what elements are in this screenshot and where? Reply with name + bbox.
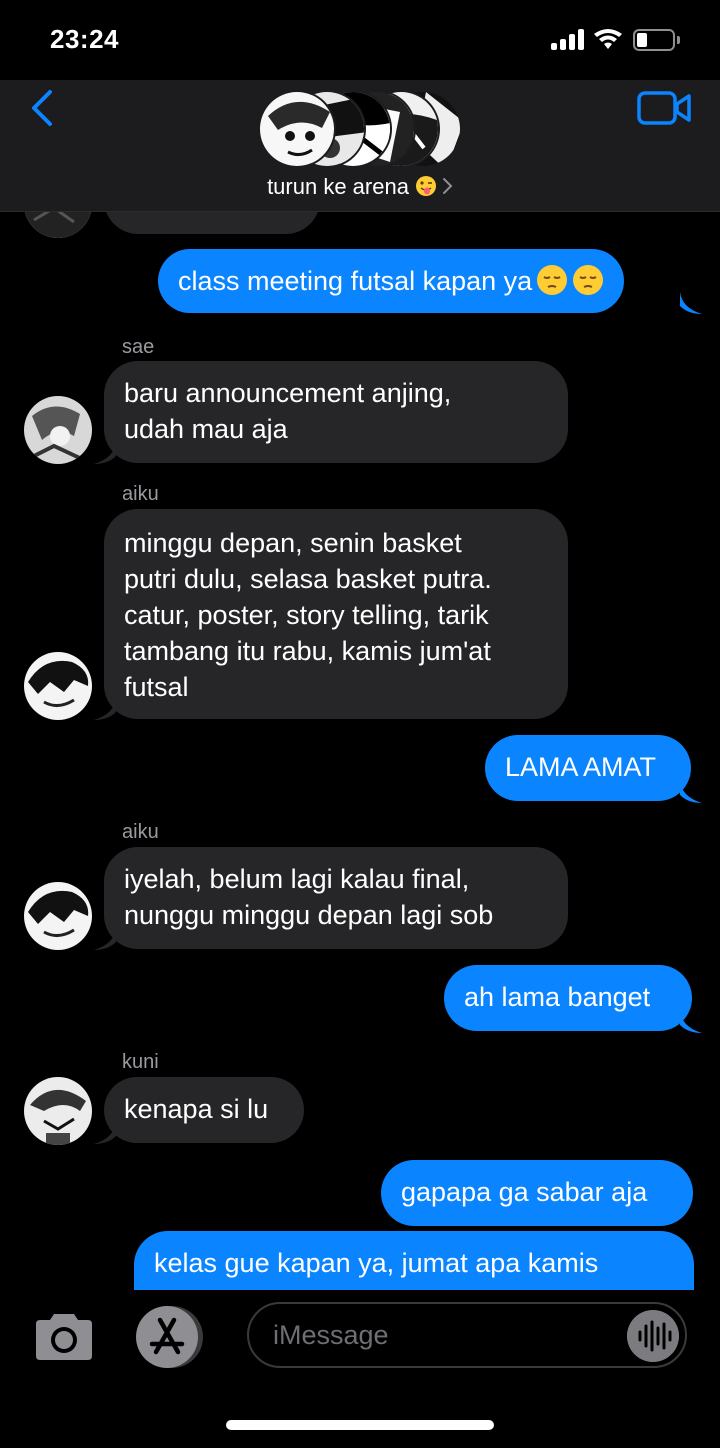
avatar-aiku[interactable]	[24, 882, 92, 950]
message-text: class meeting futsal kapan ya	[178, 266, 533, 296]
message-text: ah lama banget	[464, 982, 651, 1012]
message-bubble-outgoing[interactable]: kelas gue kapan ya, jumat apa kamis	[134, 1231, 694, 1290]
bubble-tail	[94, 1122, 116, 1144]
message-text: kelas gue kapan ya, jumat apa kamis	[154, 1248, 599, 1278]
message-text: kenapa si lu	[124, 1094, 269, 1124]
message-bubble-outgoing[interactable]: ah lama banget	[444, 965, 692, 1031]
bubble-tail	[94, 698, 116, 720]
imessage-screen: class meeting futsal kapan ya sae baru a…	[0, 0, 720, 1448]
pensive-emoji	[572, 264, 604, 296]
sender-name: sae	[122, 336, 155, 358]
back-chevron-icon[interactable]	[22, 88, 62, 128]
message-text: gapapa ga sabar aja	[401, 1177, 648, 1207]
message-bubble-incoming[interactable]: minggu depan, senin basket putri dulu, s…	[104, 509, 568, 719]
pensive-emoji	[536, 264, 568, 296]
avatar-kuni[interactable]	[24, 1077, 92, 1145]
bubble-tail	[94, 928, 116, 950]
group-avatar-stack[interactable]	[258, 90, 468, 168]
member-avatar	[258, 90, 336, 168]
home-indicator[interactable]	[226, 1420, 494, 1430]
message-bubble-outgoing[interactable]: class meeting futsal kapan ya	[158, 249, 625, 313]
message-bubble-incoming[interactable]: kenapa si lu	[104, 1077, 304, 1143]
message-text: LAMA AMAT	[505, 752, 657, 782]
winking-tongue-emoji	[415, 175, 437, 197]
message-line: nunggu minggu depan lagi sob	[124, 900, 494, 930]
status-bar: 23:24	[0, 0, 720, 80]
group-name: turun ke arena	[267, 174, 409, 199]
video-camera-icon[interactable]	[637, 90, 691, 126]
message-input[interactable]	[247, 1302, 687, 1368]
avatar-aiku[interactable]	[24, 652, 92, 720]
message-bubble-incoming[interactable]: iyelah, belum lagi kalau final, nunggu m…	[104, 847, 568, 949]
battery-icon	[633, 29, 681, 51]
sender-name: aiku	[122, 821, 159, 843]
audio-waveform-icon[interactable]	[627, 1310, 679, 1362]
message-line: futsal	[124, 672, 189, 702]
group-name-button[interactable]: turun ke arena	[0, 174, 720, 204]
camera-icon[interactable]	[32, 1312, 96, 1362]
chevron-right-icon	[442, 178, 453, 194]
message-bubble-incoming[interactable]: baru announcement anjing, udah mau aja	[104, 361, 568, 463]
bubble-tail	[94, 442, 116, 464]
cellular-signal-icon	[551, 28, 587, 50]
sender-name: kuni	[122, 1051, 159, 1073]
wifi-icon	[594, 29, 622, 49]
message-line: baru announcement anjing,	[124, 378, 452, 408]
message-bubble-outgoing[interactable]: gapapa ga sabar aja	[381, 1160, 693, 1226]
message-line: iyelah, belum lagi kalau final,	[124, 864, 470, 894]
bubble-tail	[680, 781, 702, 803]
app-store-icon[interactable]	[134, 1304, 206, 1370]
conversation-header: turun ke arena	[0, 80, 720, 212]
avatar-sae[interactable]	[24, 396, 92, 464]
message-line: catur, poster, story telling, tarik	[124, 600, 489, 630]
message-line: putri dulu, selasa basket putra.	[124, 564, 492, 594]
bubble-tail	[680, 1011, 702, 1033]
message-line: minggu depan, senin basket	[124, 528, 462, 558]
sender-name: aiku	[122, 483, 159, 505]
status-time: 23:24	[50, 24, 119, 54]
message-line: udah mau aja	[124, 414, 288, 444]
message-line: tambang itu rabu, kamis jum'at	[124, 636, 491, 666]
message-bubble-outgoing[interactable]: LAMA AMAT	[485, 735, 691, 801]
bubble-tail	[680, 292, 702, 314]
composer-bar	[0, 1290, 720, 1448]
